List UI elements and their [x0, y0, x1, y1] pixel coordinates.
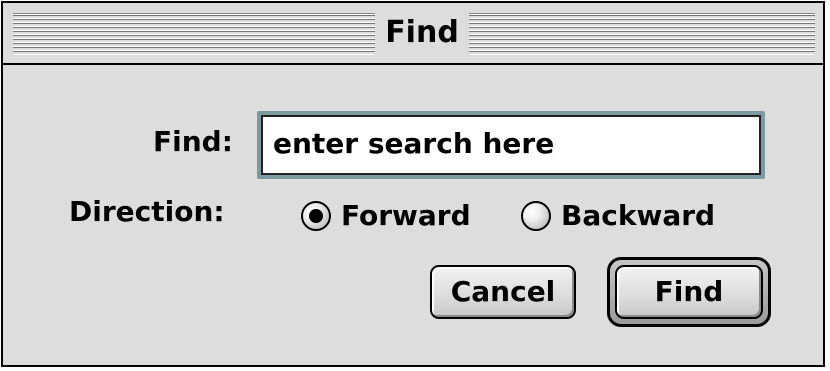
- find-label: Find:: [153, 125, 233, 158]
- search-field-focus-ring: enter search here: [257, 111, 765, 179]
- radio-forward[interactable]: Forward: [301, 199, 471, 232]
- find-dialog: Find Find: enter search here Direction: …: [1, 1, 825, 367]
- radio-selected-icon[interactable]: [301, 200, 331, 231]
- radio-backward-label[interactable]: Backward: [561, 199, 715, 232]
- title-bar-stripes-right: [469, 13, 815, 55]
- cancel-button[interactable]: Cancel: [430, 265, 576, 319]
- radio-forward-label[interactable]: Forward: [341, 199, 471, 232]
- radio-backward[interactable]: Backward: [521, 199, 715, 232]
- title-bar-stripes-left: [13, 13, 375, 55]
- radio-dot-icon: [309, 208, 323, 223]
- direction-label: Direction:: [69, 195, 225, 228]
- window-title: Find: [385, 15, 459, 50]
- radio-unselected-icon[interactable]: [521, 200, 551, 231]
- search-input[interactable]: enter search here: [261, 115, 761, 175]
- title-bar[interactable]: Find: [3, 3, 823, 65]
- find-button[interactable]: Find: [615, 265, 763, 319]
